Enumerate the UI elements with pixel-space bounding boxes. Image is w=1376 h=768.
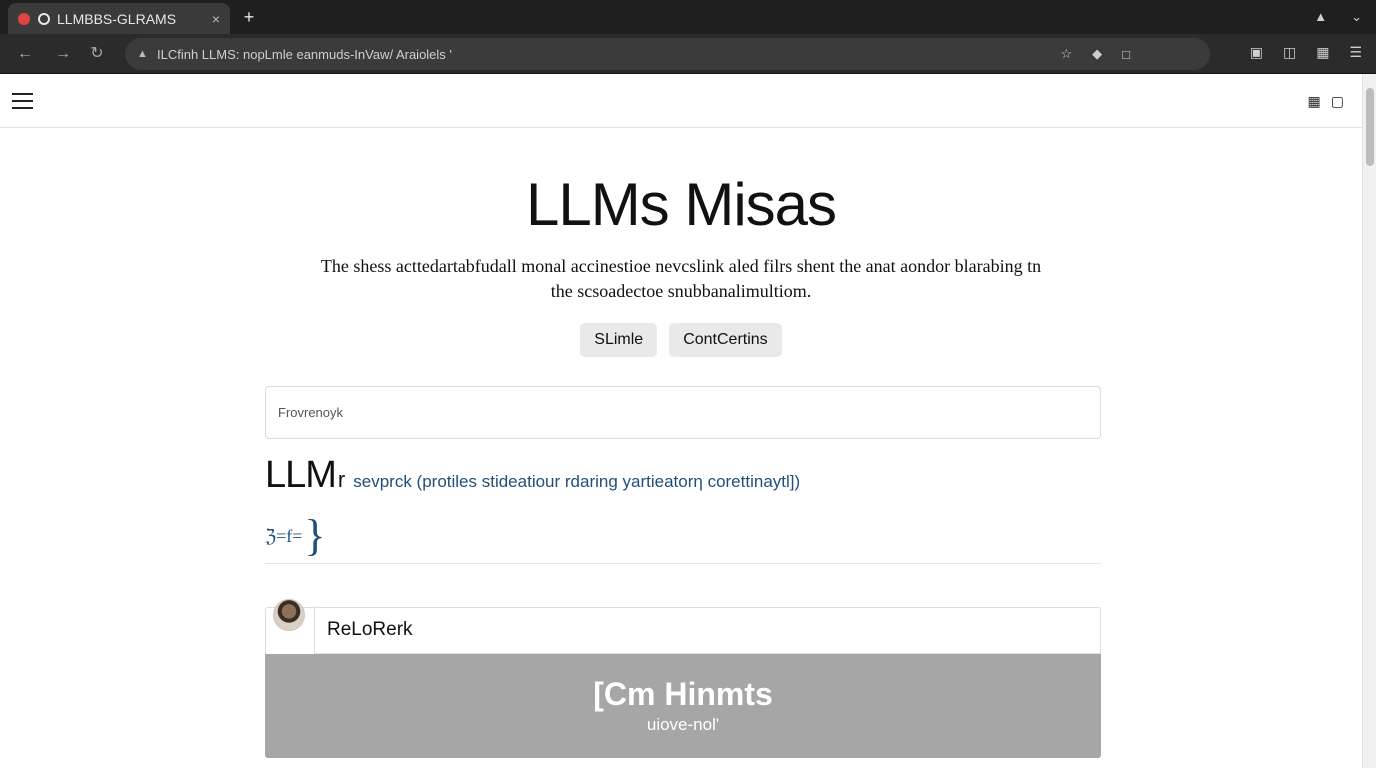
section-heading-link[interactable]: sevprck (protiles stideatiour rdaring ya… (353, 472, 800, 492)
back-arrow-icon[interactable]: ← (14, 43, 36, 65)
profile-icon[interactable]: ▲ (1314, 9, 1327, 25)
page-title: LLMs Misas (525, 171, 837, 238)
site-info-icon[interactable]: ▲ (137, 48, 149, 60)
tab-favicon-icon (38, 12, 50, 25)
clipboard-icon[interactable]: ▢ (1331, 93, 1344, 110)
share-icon[interactable]: □ (1122, 47, 1130, 62)
tab-list-icon[interactable]: ⌄ (1351, 9, 1362, 25)
tab-title: LLMBBS-GLRAMS (57, 10, 177, 27)
browser-menu-icon[interactable]: ☰ (1349, 44, 1362, 61)
browser-toolbar: ← → ↻ ▲ ILCfinh LLMS: nopLmle eanmuds-In… (0, 34, 1376, 74)
section-heading-title: LLM (265, 454, 337, 496)
scrollbar-thumb[interactable] (1366, 88, 1374, 166)
toolbar-right-icons: ▣ ◫ ▦ ☰ (1250, 44, 1362, 61)
post-input[interactable]: ReLoRerk (314, 607, 1101, 654)
address-bar[interactable]: ▲ ILCfinh LLMS: nopLmle eanmuds-InVaw/ A… (125, 38, 1210, 70)
contcertins-button[interactable]: ContCertins (669, 323, 782, 357)
banner-subtitle: uiove-nol' (646, 715, 720, 734)
sidebar-icon[interactable]: ◫ (1283, 44, 1296, 61)
page-content: ▦ ▢ LLMs Misas The shess acttedartabfuda… (0, 74, 1362, 768)
page-scrollbar[interactable] (1362, 74, 1376, 768)
post-banner[interactable]: [Cm Hinmts uiove-nol' (265, 654, 1101, 758)
avatar[interactable] (273, 599, 305, 631)
section-heading-suffix: r (337, 467, 346, 492)
extension-icon[interactable]: ◆ (1092, 46, 1102, 62)
page-subtitle: The shess acttedartabfudall monal accine… (320, 256, 1042, 301)
simple-button[interactable]: SLimle (580, 323, 658, 357)
tabbar-controls: ▲ ⌄ (1314, 9, 1362, 25)
tab-recording-dot-icon (18, 12, 30, 25)
browser-tab[interactable]: LLMBBS-GLRAMS × (8, 3, 230, 34)
site-header-icons: ▦ ▢ (1308, 93, 1344, 110)
tab-close-icon[interactable]: × (212, 11, 220, 27)
browser-tab-bar: LLMBBS-GLRAMS × + ▲ ⌄ (0, 0, 1376, 34)
banner-title: [Cm Hinmts (593, 676, 773, 712)
formula-text: ℨ=f= (265, 525, 303, 546)
address-bar-actions: ☆ ◆ □ (1060, 38, 1130, 70)
section-heading: LLM r sevprck (protiles stideatiour rdar… (265, 454, 800, 497)
reload-icon[interactable]: ↻ (86, 43, 108, 65)
hamburger-menu-icon[interactable] (12, 93, 33, 109)
forward-arrow-icon[interactable]: → (52, 43, 74, 65)
hero-buttons: SLimle ContCertins (0, 323, 1362, 357)
downloads-icon[interactable]: ▣ (1250, 44, 1263, 61)
address-url: ILCfinh LLMS: nopLmle eanmuds-InVaw/ Ara… (157, 46, 452, 62)
extensions-icon[interactable]: ▦ (1316, 44, 1329, 61)
new-tab-button[interactable]: + (240, 6, 258, 28)
bookmark-star-icon[interactable]: ☆ (1060, 46, 1072, 62)
formula-brace: } (304, 511, 326, 560)
section-divider (265, 563, 1101, 564)
grid-icon[interactable]: ▦ (1308, 93, 1321, 110)
site-header: ▦ ▢ (0, 74, 1362, 128)
formula: ℨ=f= } (265, 514, 326, 558)
post-card: ReLoRerk [Cm Hinmts uiove-nol' (265, 599, 1101, 758)
search-input[interactable] (265, 386, 1101, 439)
